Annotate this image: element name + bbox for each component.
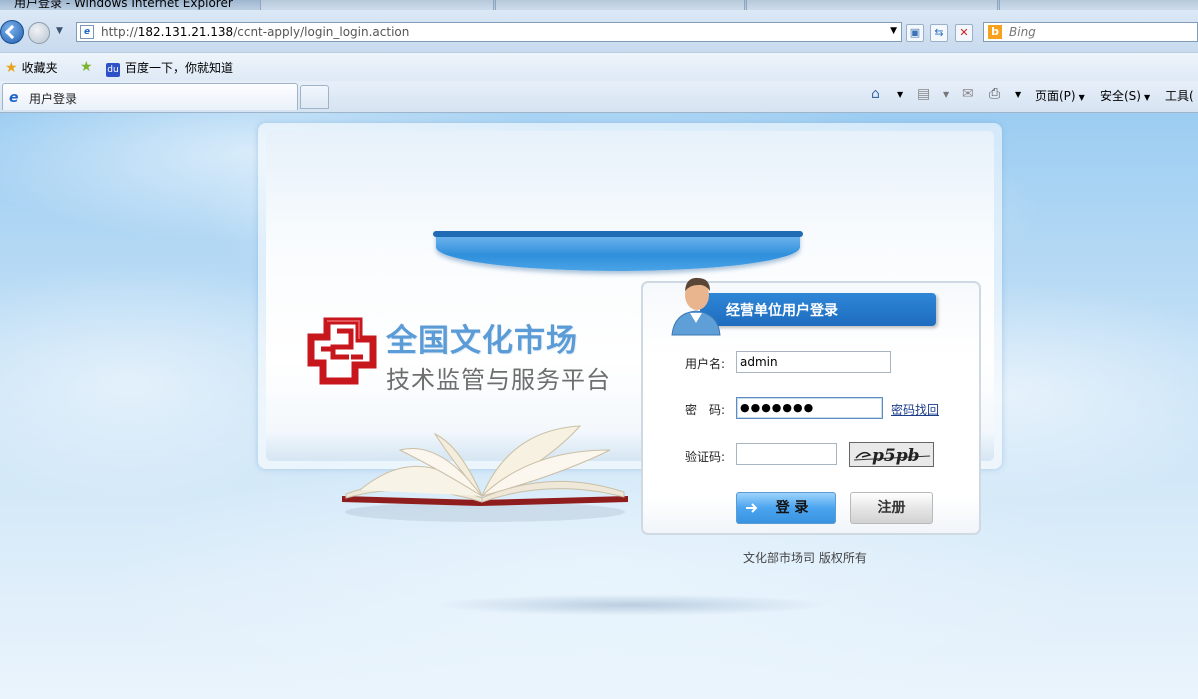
login-title: 经营单位用户登录 bbox=[726, 303, 838, 319]
home-dropdown-icon[interactable]: ▼ bbox=[897, 90, 903, 99]
brand-title: 全国文化市场 bbox=[386, 323, 578, 359]
favorites-bar: ★ 收藏夹 ★ du 百度一下，你就知道 bbox=[0, 52, 1198, 82]
username-input[interactable]: admin bbox=[736, 351, 891, 373]
back-icon[interactable] bbox=[0, 20, 24, 44]
culture-market-logo bbox=[307, 317, 377, 385]
home-icon[interactable]: ⌂ bbox=[871, 86, 880, 102]
user-avatar-icon bbox=[671, 277, 721, 336]
captcha-image[interactable]: p5pb bbox=[849, 442, 934, 467]
address-bar[interactable]: e http://182.131.21.138/ccnt-apply/login… bbox=[76, 22, 902, 42]
ie-page-icon: e bbox=[80, 25, 94, 39]
captcha-input[interactable] bbox=[736, 443, 837, 465]
captcha-label: 验证码: bbox=[685, 450, 726, 464]
address-dropdown-icon[interactable]: ▼ bbox=[890, 26, 897, 36]
open-book-illustration bbox=[342, 425, 628, 522]
favorites-star-icon: ★ bbox=[5, 60, 18, 76]
baidu-icon: du bbox=[106, 63, 120, 77]
password-label: 密 码: bbox=[685, 403, 726, 417]
background-window-tab[interactable] bbox=[495, 0, 745, 10]
feeds-icon[interactable]: ▤ bbox=[917, 86, 930, 102]
background-window-tab[interactable] bbox=[999, 0, 1198, 10]
mail-icon[interactable]: ✉ bbox=[962, 86, 974, 102]
arrow-right-icon bbox=[746, 503, 758, 513]
login-button[interactable]: 登 录 bbox=[736, 492, 836, 524]
background-window-tab[interactable] bbox=[746, 0, 998, 10]
forgot-password-link[interactable]: 密码找回 bbox=[891, 401, 939, 418]
forward-icon[interactable] bbox=[28, 22, 50, 44]
tools-menu[interactable]: 工具( bbox=[1165, 87, 1194, 104]
window-title: 用户登录 - Windows Internet Explorer bbox=[14, 0, 233, 10]
favorites-button[interactable]: ★ 收藏夹 bbox=[5, 59, 58, 76]
refresh-icon[interactable]: ⇆ bbox=[930, 24, 948, 42]
compat-view-icon[interactable]: ▣ bbox=[906, 24, 924, 42]
background-window-tab[interactable] bbox=[260, 0, 494, 10]
add-favorite-icon[interactable]: ★ bbox=[80, 59, 97, 75]
bing-icon: b bbox=[988, 25, 1002, 39]
captcha-text: p5pb bbox=[872, 446, 920, 466]
window-title-bar: 用户登录 - Windows Internet Explorer bbox=[0, 0, 1198, 10]
password-input[interactable]: ●●●●●●● bbox=[736, 397, 883, 419]
tab-title: 用户登录 bbox=[29, 92, 78, 106]
username-label: 用户名: bbox=[685, 357, 726, 371]
register-button[interactable]: 注册 bbox=[850, 492, 933, 524]
new-tab-button[interactable] bbox=[300, 85, 329, 109]
search-placeholder: Bing bbox=[1009, 25, 1036, 39]
favorite-link-baidu[interactable]: du 百度一下，你就知道 bbox=[106, 59, 233, 77]
navigation-bar: ▼ e http://182.131.21.138/ccnt-apply/log… bbox=[0, 10, 1198, 52]
copyright-text: 文化部市场司 版权所有 bbox=[743, 551, 867, 565]
print-dropdown-icon[interactable]: ▼ bbox=[1015, 90, 1021, 99]
print-icon[interactable]: ⎙ bbox=[989, 86, 1000, 102]
stop-icon[interactable]: ✕ bbox=[955, 24, 973, 42]
tab-login[interactable]: e 用户登录 bbox=[2, 83, 298, 110]
search-box[interactable]: b Bing bbox=[983, 22, 1198, 42]
brand-subtitle: 技术监管与服务平台 bbox=[386, 366, 611, 394]
login-title-bar: 经营单位用户登录 bbox=[700, 293, 936, 326]
feeds-dropdown-icon[interactable]: ▼ bbox=[943, 90, 949, 99]
page-menu[interactable]: 页面(P) ▼ bbox=[1035, 87, 1085, 104]
recent-pages-dropdown-icon[interactable]: ▼ bbox=[56, 26, 63, 36]
tab-bar: e 用户登录 ⌂ ▼ ▤ ▼ ✉ ⎙ ▼ 页面(P) ▼ 安全(S) ▼ 工具( bbox=[0, 81, 1198, 113]
panel-shadow bbox=[430, 594, 830, 616]
ie-icon: e bbox=[9, 90, 19, 106]
safety-menu[interactable]: 安全(S) ▼ bbox=[1100, 87, 1150, 104]
address-url[interactable]: http://182.131.21.138/ccnt-apply/login_l… bbox=[101, 25, 409, 39]
